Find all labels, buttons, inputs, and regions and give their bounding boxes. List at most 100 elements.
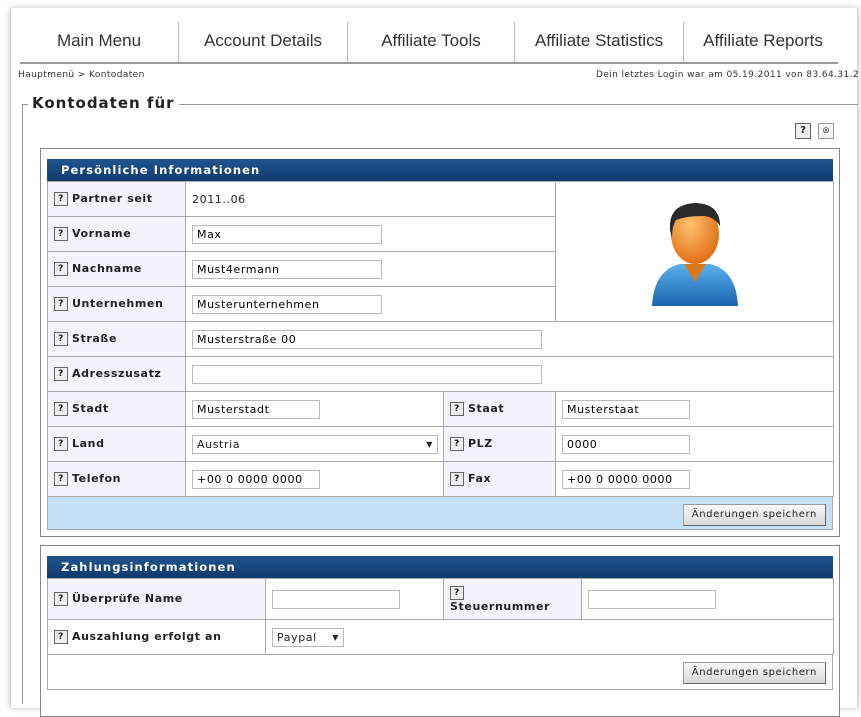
partner-since-value: 2011..06 (184, 181, 557, 217)
question-icon[interactable]: ? (450, 585, 464, 600)
top-navigation: Main Menu Account Details Affiliate Tool… (20, 22, 838, 64)
close-icon[interactable]: ⊗ (818, 123, 834, 139)
personal-info-header: Persönliche Informationen (47, 159, 833, 181)
country-selected-value: Austria (197, 437, 241, 451)
payout-select[interactable]: Paypal ▼ (272, 627, 344, 647)
check-name-label: Überprüfe Name (72, 592, 183, 605)
city-cell (185, 391, 444, 427)
fax-cell (555, 461, 835, 497)
country-label: Land (72, 437, 105, 450)
partner-since-label: Partner seit (72, 192, 153, 205)
breadcrumb: Hauptmenü > Kontodaten (18, 70, 145, 80)
company-cell (184, 286, 557, 322)
company-input[interactable] (192, 294, 382, 314)
fax-label-cell: ? Fax (442, 461, 557, 497)
zip-input[interactable] (562, 434, 691, 454)
save-personal-button[interactable]: Änderungen speichern (682, 504, 826, 526)
address2-label-cell: ? Adresszusatz (47, 356, 186, 392)
chevron-down-icon: ▼ (426, 439, 433, 449)
zip-label-cell: ? PLZ (442, 426, 557, 462)
check-name-cell (265, 578, 444, 620)
breadcrumb-separator: > (74, 70, 90, 80)
question-icon[interactable]: ? (54, 402, 68, 416)
phone-label-cell: ? Telefon (47, 461, 186, 497)
last-name-input[interactable] (192, 259, 382, 279)
state-input[interactable] (562, 399, 691, 419)
state-cell (555, 391, 835, 427)
company-label: Unternehmen (72, 297, 164, 310)
first-name-label-cell: ? Vorname (47, 216, 186, 252)
address2-cell (184, 356, 835, 392)
save-payment-button[interactable]: Änderungen speichern (682, 662, 826, 684)
question-icon[interactable]: ? (54, 192, 68, 206)
payment-info-table: ? Überprüfe Name ? Steuernummer ? Auszahlun… (47, 578, 834, 655)
question-icon[interactable]: ? (54, 592, 68, 606)
payment-info-panel: Zahlungsinformationen ? Überprüfe Name ? S… (40, 545, 840, 717)
street-cell (184, 321, 835, 357)
address2-input[interactable] (192, 364, 542, 384)
tax-number-input[interactable] (588, 589, 716, 609)
breadcrumb-home-link[interactable]: Hauptmenü (18, 70, 75, 80)
fax-input[interactable] (562, 469, 691, 489)
question-icon[interactable]: ? (54, 332, 68, 346)
question-icon[interactable]: ? (450, 402, 464, 416)
state-label: Staat (468, 402, 505, 415)
personal-save-bar: Änderungen speichern (47, 497, 833, 530)
phone-label: Telefon (72, 472, 122, 485)
payout-cell: Paypal ▼ (265, 619, 834, 655)
personal-info-panel: Persönliche Informationen ? Partner seit … (40, 148, 840, 537)
help-icon[interactable]: ? (795, 123, 811, 139)
payment-info-header: Zahlungsinformationen (47, 556, 833, 578)
question-icon[interactable]: ? (54, 472, 68, 486)
country-label-cell: ? Land (47, 426, 186, 462)
zip-label: PLZ (468, 437, 493, 450)
question-icon[interactable]: ? (54, 630, 68, 644)
tab-account-details[interactable]: Account Details (178, 22, 347, 62)
phone-input[interactable] (192, 469, 320, 489)
tab-affiliate-reports[interactable]: Affiliate Reports (683, 22, 842, 62)
question-icon[interactable]: ? (54, 262, 68, 276)
city-label: Stadt (72, 402, 109, 415)
first-name-cell (184, 216, 557, 252)
breadcrumb-current: Kontodaten (89, 70, 145, 80)
partner-since-label-cell: ? Partner seit (47, 181, 186, 217)
country-cell: Austria ▼ (185, 426, 444, 462)
street-input[interactable] (192, 329, 542, 349)
last-name-label-cell: ? Nachname (47, 251, 186, 287)
tax-label-cell: ? Steuernummer (443, 578, 582, 620)
fieldset-border-left (22, 104, 23, 704)
check-name-label-cell: ? Überprüfe Name (47, 578, 266, 620)
question-icon[interactable]: ? (54, 227, 68, 241)
zip-cell (555, 426, 835, 462)
user-avatar-icon (651, 203, 738, 306)
fax-label: Fax (468, 472, 492, 485)
tab-affiliate-statistics[interactable]: Affiliate Statistics (514, 22, 683, 62)
payout-selected-value: Paypal (277, 630, 317, 644)
payout-label: Auszahlung erfolgt an (72, 630, 222, 643)
question-icon[interactable]: ? (450, 437, 464, 451)
tab-main-menu[interactable]: Main Menu (20, 22, 178, 62)
question-icon[interactable]: ? (54, 367, 68, 381)
street-label-cell: ? Straße (47, 321, 186, 357)
personal-info-table: ? Partner seit 2011..06 ? Vorname Max ? … (47, 181, 835, 497)
question-icon[interactable]: ? (54, 297, 68, 311)
last-name-cell (184, 251, 557, 287)
question-icon[interactable]: ? (54, 437, 68, 451)
address2-label: Adresszusatz (72, 367, 162, 380)
chevron-down-icon: ▼ (332, 632, 339, 642)
country-select[interactable]: Austria ▼ (192, 434, 438, 454)
check-name-input[interactable] (272, 589, 400, 609)
question-icon[interactable]: ? (450, 472, 464, 486)
company-label-cell: ? Unternehmen (47, 286, 186, 322)
city-input[interactable] (192, 399, 320, 419)
payout-label-cell: ? Auszahlung erfolgt an (47, 619, 266, 655)
last-login-info: Dein letztes Login war am 05.19.2011 von… (595, 70, 859, 80)
phone-cell (185, 461, 444, 497)
last-name-label: Nachname (72, 262, 142, 275)
street-label: Straße (72, 332, 118, 345)
payment-save-bar: Änderungen speichern (47, 655, 833, 690)
state-label-cell: ? Staat (442, 391, 557, 427)
tax-cell (581, 578, 834, 620)
tab-affiliate-tools[interactable]: Affiliate Tools (347, 22, 514, 62)
first-name-input[interactable] (192, 224, 382, 244)
